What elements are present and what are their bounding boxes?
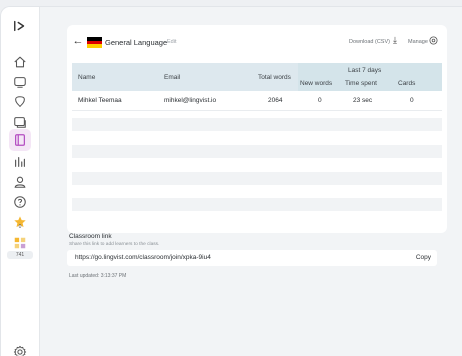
edit-link[interactable]: Edit — [167, 39, 176, 45]
classroom-link-url[interactable]: https://go.lingvist.com/classroom/join/x… — [75, 254, 211, 261]
back-arrow-icon[interactable]: ← — [72, 35, 84, 47]
table-row[interactable]: Mihkel Teemaa mihkel@lingvist.io 2064 0 … — [72, 91, 442, 111]
column-name[interactable]: Name — [78, 74, 95, 81]
column-time-spent[interactable]: Time spent — [345, 80, 377, 87]
manage-gear-icon[interactable] — [429, 36, 438, 45]
streak-count: 0 — [18, 224, 22, 230]
words-learned-count: 741 — [7, 251, 33, 259]
settings-icon[interactable] — [9, 341, 31, 356]
classroom-link-box: https://go.lingvist.com/classroom/join/x… — [67, 250, 437, 266]
manage-link[interactable]: Manage — [408, 39, 428, 45]
help-icon[interactable] — [9, 191, 31, 213]
courses-icon[interactable] — [9, 71, 31, 93]
cell-email: mihkel@lingvist.io — [164, 97, 217, 104]
column-email[interactable]: Email — [164, 74, 180, 81]
sidebar: 0 741 — [1, 7, 40, 356]
download-csv-link[interactable]: Download (CSV) — [349, 39, 390, 45]
table-header: Name Email Total words Last 7 days New w… — [72, 63, 442, 91]
cell-cards: 0 — [410, 97, 414, 104]
column-cards[interactable]: Cards — [398, 80, 415, 87]
class-card: ← General Language Edit Download (CSV) ⤓… — [67, 25, 447, 233]
home-icon[interactable] — [9, 51, 31, 73]
german-flag-icon — [87, 37, 102, 48]
column-total-words[interactable]: Total words — [258, 74, 291, 81]
profile-icon[interactable] — [9, 171, 31, 193]
last-updated-text: Last updated: 3:13:37 PM — [69, 273, 127, 279]
empty-row — [72, 118, 442, 131]
statistics-icon[interactable] — [9, 151, 31, 173]
cell-new-words: 0 — [318, 97, 322, 104]
empty-row — [72, 172, 442, 185]
cell-time-spent: 23 sec — [353, 97, 373, 104]
empty-row — [72, 145, 442, 158]
copy-button[interactable]: Copy — [416, 254, 431, 261]
classroom-link-subtitle: Share this link to add learners to the c… — [69, 242, 160, 247]
classroom-icon[interactable] — [9, 129, 31, 151]
challenges-icon[interactable] — [9, 91, 31, 113]
cell-total-words: 2064 — [268, 97, 283, 104]
main-content: ← General Language Edit Download (CSV) ⤓… — [39, 7, 462, 356]
classroom-link-title: Classroom link — [69, 233, 112, 240]
column-new-words[interactable]: New words — [300, 80, 332, 87]
cell-name: Mihkel Teemaa — [78, 97, 122, 104]
app-window: 0 741 ← General Language Edit Download (… — [0, 6, 462, 356]
column-group-last-7-days: Last 7 days — [348, 67, 382, 74]
empty-row — [72, 198, 442, 211]
download-icon[interactable]: ⤓ — [393, 35, 397, 46]
logo-icon[interactable] — [9, 15, 31, 37]
course-title: General Language — [105, 38, 168, 47]
